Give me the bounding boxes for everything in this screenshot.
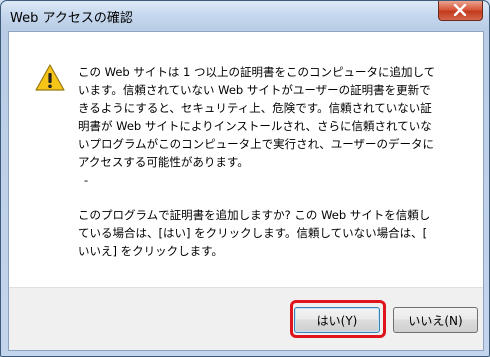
message-line: アクセスする可能性があります。 — [78, 155, 249, 169]
question-line: いいえ] をクリックします。 — [78, 244, 223, 258]
window-title: Web アクセスの確認 — [10, 11, 133, 26]
message-line: いプログラムがこのコンピュータ上で実行され、ユーザーのデータに — [78, 137, 435, 151]
dialog-window: Web アクセスの確認 この Web サイトは 1 つ以上の証明書をこのコンピュ… — [0, 0, 490, 357]
message-line: きるようにすると、セキュリティ上、危険です。信頼されていない証 — [78, 101, 432, 115]
no-button[interactable]: いいえ(N) — [393, 307, 478, 333]
message-line: います。信頼されていない Web サイトがユーザーの証明書を更新で — [78, 83, 431, 97]
close-icon — [453, 4, 467, 16]
message-line: この Web サイトは 1 つ以上の証明書をこのコンピュータに追加して — [78, 65, 436, 79]
highlight-box — [290, 300, 386, 338]
question-line: ている場合は、[はい] をクリックします。信頼していない場合は、[ — [78, 226, 428, 240]
title-bar[interactable]: Web アクセスの確認 — [1, 1, 489, 31]
message-text: この Web サイトは 1 つ以上の証明書をこのコンピュータに追加して います。… — [78, 63, 470, 260]
close-button[interactable] — [438, 1, 483, 21]
question-line: このプログラムで証明書を追加しますか? この Web サイトを信頼し — [78, 208, 431, 222]
warning-icon — [35, 64, 65, 91]
message-line: 明書が Web サイトによりインストールされ、さらに信頼されていな — [78, 119, 432, 133]
dialog-content: この Web サイトは 1 つ以上の証明書をこのコンピュータに追加して います。… — [8, 31, 484, 351]
separator-dash: - — [84, 173, 89, 187]
